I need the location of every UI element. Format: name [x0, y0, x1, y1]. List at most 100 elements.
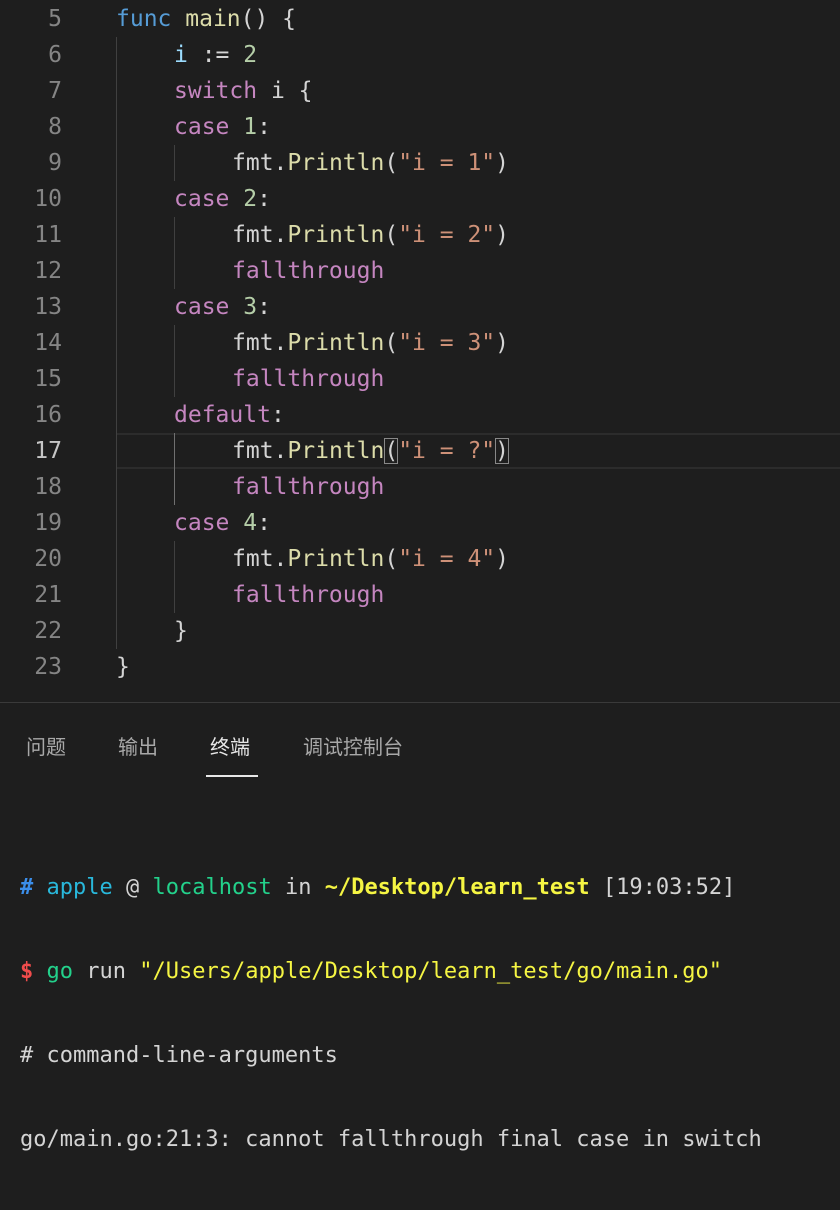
line-number: 13 — [34, 294, 62, 320]
code-line[interactable]: 18 fallthrough — [0, 469, 840, 505]
tab-output[interactable]: 输出 — [118, 731, 158, 760]
code-token: switch — [174, 78, 258, 104]
line-number: 17 — [34, 438, 62, 464]
indent-guide — [174, 541, 175, 613]
code-token: i — [174, 42, 188, 68]
prompt-host: localhost — [152, 875, 272, 900]
code-text: fmt.Println("i = 2") — [232, 217, 509, 253]
command-arg: run — [86, 959, 126, 984]
code-text: fallthrough — [232, 469, 384, 505]
prompt-in: in — [284, 875, 312, 900]
indent-guide — [174, 145, 175, 181]
code-token: fmt — [232, 546, 274, 572]
code-token: } — [116, 654, 130, 680]
terminal-command-line: $ go run "/Users/apple/Desktop/learn_tes… — [20, 958, 840, 986]
code-token: "i = 1" — [398, 150, 496, 176]
matched-bracket: ) — [495, 438, 509, 464]
code-line[interactable]: 22} — [0, 613, 840, 649]
line-number: 15 — [34, 366, 62, 392]
code-token: fallthrough — [232, 366, 385, 392]
code-line[interactable]: 6 i := 2 — [0, 37, 840, 73]
code-line[interactable]: 15 fallthrough — [0, 361, 840, 397]
code-token: 4 — [243, 510, 258, 536]
code-text: func main() { — [116, 1, 296, 37]
code-token: . — [273, 438, 288, 464]
code-line[interactable]: 16 default: — [0, 397, 840, 433]
code-token: : — [257, 114, 271, 140]
code-text: case 3: — [174, 289, 271, 325]
code-token: Println — [287, 330, 385, 356]
code-text: case 1: — [174, 109, 271, 145]
terminal-prompt-line: # apple @ localhost in ~/Desktop/learn_t… — [20, 874, 840, 902]
code-token: : — [257, 294, 271, 320]
command-path: "/Users/apple/Desktop/learn_test/go/main… — [139, 959, 723, 984]
code-text: } — [116, 649, 130, 685]
prompt-user: apple — [46, 875, 113, 900]
code-line[interactable]: 9 fmt.Println("i = 1") — [0, 145, 840, 181]
tab-debug-console[interactable]: 调试控制台 — [303, 731, 403, 760]
matched-bracket: ( — [384, 438, 399, 464]
indent-guide — [174, 325, 175, 397]
code-line[interactable]: 8 case 1: — [0, 109, 840, 145]
line-number: 21 — [34, 582, 62, 608]
code-text: fmt.Println("i = 4") — [232, 541, 509, 577]
code-token: default — [174, 402, 271, 428]
code-token: () { — [240, 6, 297, 32]
code-token: case — [174, 294, 230, 320]
command-go: go — [46, 959, 74, 984]
prompt-cwd: ~/Desktop/learn_test — [324, 875, 590, 900]
line-number: 11 — [34, 222, 62, 248]
terminal-output[interactable]: # apple @ localhost in ~/Desktop/learn_t… — [20, 818, 840, 1210]
line-number: 18 — [34, 474, 62, 500]
line-number: 19 — [34, 510, 62, 536]
command-dollar: $ — [20, 959, 34, 984]
code-token: 2 — [243, 186, 258, 212]
code-line[interactable]: 19 case 4: — [0, 505, 840, 541]
code-line[interactable]: 13 case 3: — [0, 289, 840, 325]
code-token: ( — [384, 546, 399, 572]
code-token: } — [174, 618, 188, 644]
line-number: 8 — [48, 114, 62, 140]
code-text: default: — [174, 397, 285, 433]
tab-problems[interactable]: 问题 — [26, 731, 66, 760]
code-text: fmt.Println("i = 1") — [232, 145, 509, 181]
code-text: case 2: — [174, 181, 271, 217]
line-number: 12 — [34, 258, 62, 284]
code-line[interactable]: 10 case 2: — [0, 181, 840, 217]
code-line[interactable]: 7 switch i { — [0, 73, 840, 109]
code-token: fallthrough — [232, 582, 385, 608]
code-token: fmt — [232, 150, 274, 176]
code-token: fmt — [232, 330, 274, 356]
code-token: 1 — [243, 114, 258, 140]
code-line[interactable]: 20 fmt.Println("i = 4") — [0, 541, 840, 577]
code-token: : — [257, 510, 271, 536]
code-line[interactable]: 12 fallthrough — [0, 253, 840, 289]
code-token: ) — [495, 330, 509, 356]
indent-guide — [116, 37, 117, 649]
code-token: "i = 3" — [398, 330, 496, 356]
terminal-output-line: # command-line-arguments — [20, 1043, 338, 1068]
tab-terminal[interactable]: 终端 — [210, 731, 250, 760]
code-editor[interactable]: 5 func main() {6 i := 2 7 switch i { 8 case 1:… — [0, 0, 840, 702]
code-text: i := 2 — [174, 37, 257, 73]
code-line[interactable]: 11 fmt.Println("i = 2") — [0, 217, 840, 253]
code-text: } — [174, 613, 188, 649]
code-token: . — [273, 222, 288, 248]
active-tab-indicator — [206, 775, 258, 777]
code-token: . — [273, 330, 288, 356]
code-text: fmt.Println("i = ?") — [232, 433, 509, 469]
code-token: i { — [257, 78, 313, 104]
code-line[interactable]: 17 fmt.Println("i = ?") — [0, 433, 840, 469]
code-token: Println — [287, 546, 385, 572]
code-token: 2 — [243, 42, 258, 68]
code-line[interactable]: 14 fmt.Println("i = 3") — [0, 325, 840, 361]
code-line[interactable]: 21 fallthrough — [0, 577, 840, 613]
code-line[interactable]: 5 func main() { — [0, 1, 840, 37]
code-line[interactable]: 23} — [0, 649, 840, 685]
code-token: ( — [384, 150, 399, 176]
code-token: Println — [287, 222, 385, 248]
code-token: fallthrough — [232, 474, 385, 500]
code-token: ) — [495, 546, 509, 572]
